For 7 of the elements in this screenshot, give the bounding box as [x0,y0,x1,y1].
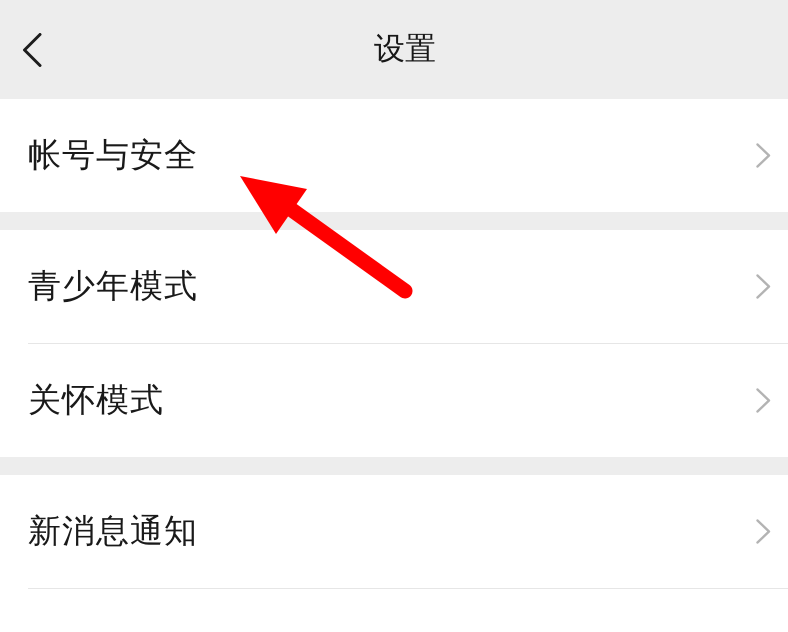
chevron-icon [756,388,771,413]
back-icon [22,32,42,66]
back-button[interactable] [22,32,42,66]
page-title: 设置 [374,30,436,68]
chevron-icon [756,143,771,168]
chevron-icon [756,519,771,544]
chevron-icon [756,274,771,299]
